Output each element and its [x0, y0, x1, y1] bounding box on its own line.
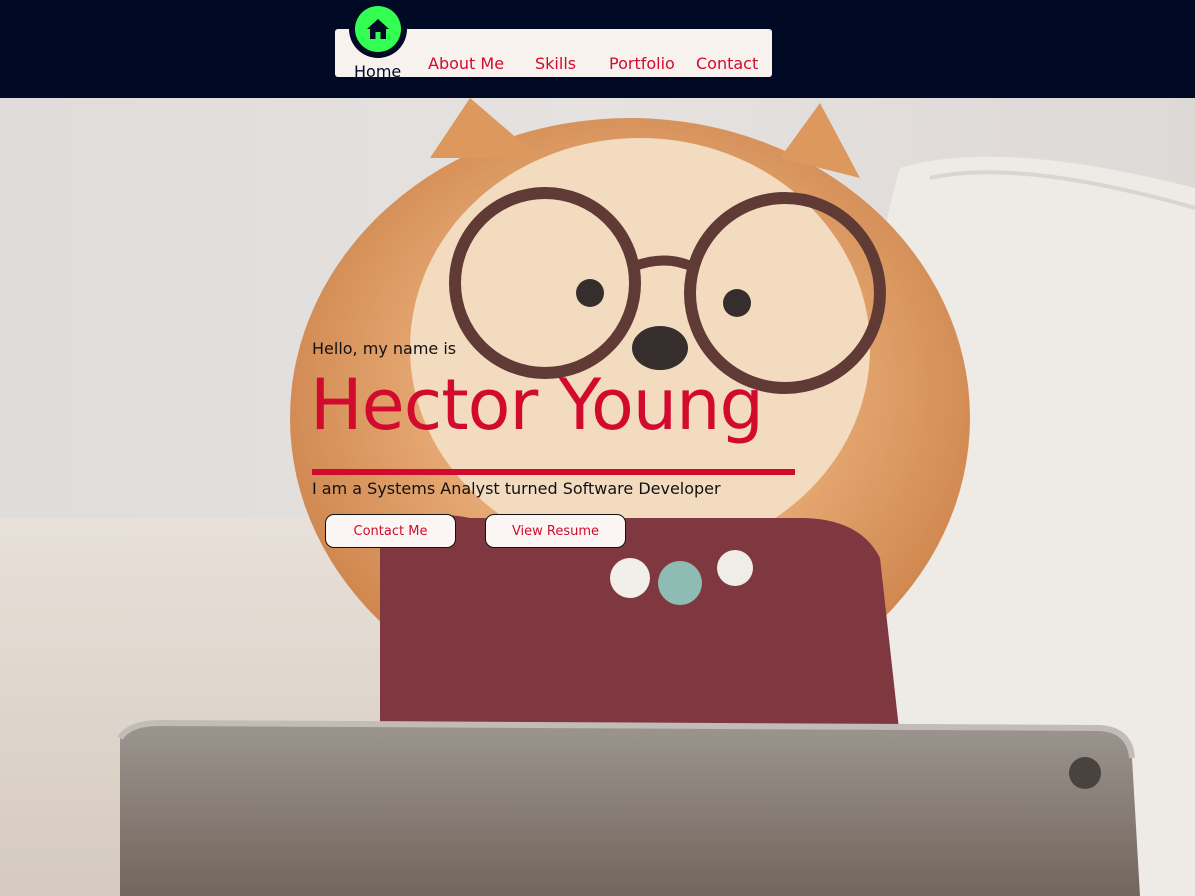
nav-item-portfolio[interactable]: Portfolio	[609, 54, 675, 73]
nav-item-about-me[interactable]: About Me	[428, 54, 504, 73]
name-underline	[312, 469, 795, 475]
hero-greeting: Hello, my name is	[312, 339, 457, 358]
home-circle[interactable]	[349, 0, 407, 58]
hero-section: Hello, my name is Hector Young I am a Sy…	[0, 98, 1195, 896]
nav-bar: Home About Me Skills Portfolio Contact	[335, 0, 772, 81]
site-header: Home About Me Skills Portfolio Contact	[0, 0, 1195, 98]
view-resume-button[interactable]: View Resume	[485, 514, 626, 548]
contact-me-button[interactable]: Contact Me	[325, 514, 456, 548]
nav-item-contact[interactable]: Contact	[696, 54, 758, 73]
hero-tagline: I am a Systems Analyst turned Software D…	[312, 479, 721, 498]
nav-item-home[interactable]: Home	[354, 62, 401, 81]
hero-name: Hector Young	[310, 364, 764, 446]
nav-item-skills[interactable]: Skills	[535, 54, 576, 73]
home-icon[interactable]	[355, 6, 401, 52]
